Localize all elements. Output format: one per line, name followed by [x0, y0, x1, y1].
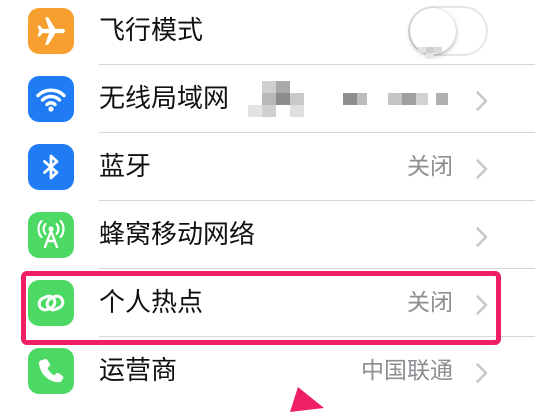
personal-hotspot-status-value: 关闭 [407, 290, 453, 316]
phone-icon [28, 348, 74, 394]
settings-row-wifi[interactable]: 无线局域网 [0, 65, 535, 133]
wifi-label: 无线局域网 [99, 84, 230, 114]
cellular-label: 蜂窝移动网络 [99, 220, 256, 250]
settings-row-personal-hotspot[interactable]: 个人热点 关闭 [0, 269, 535, 337]
chevron-right-icon [476, 159, 488, 179]
bluetooth-icon [28, 144, 74, 190]
carrier-value: 中国联通 [361, 358, 453, 384]
settings-row-bluetooth[interactable]: 蓝牙 关闭 [0, 133, 535, 201]
airplane-mode-label: 飞行模式 [99, 16, 204, 46]
hotspot-link-icon [28, 280, 74, 326]
chevron-right-icon [476, 363, 488, 383]
chevron-right-icon [476, 295, 488, 315]
wifi-icon [28, 76, 74, 122]
chevron-right-icon [476, 227, 488, 247]
redaction-blocks [418, 47, 442, 59]
settings-row-airplane-mode[interactable]: 飞行模式 [0, 0, 535, 65]
chevron-right-icon [476, 91, 488, 111]
personal-hotspot-label: 个人热点 [99, 288, 204, 318]
settings-row-carrier[interactable]: 运营商 中国联通 [0, 337, 535, 405]
settings-list: 飞行模式 无线局域网 蓝牙 关闭 蜂窝移动网络 个人热点 关闭 运营商 中国联通 [0, 0, 535, 405]
pink-arrow-icon [290, 387, 324, 412]
bluetooth-label: 蓝牙 [99, 152, 152, 182]
cellular-antenna-icon [28, 212, 74, 258]
settings-row-cellular[interactable]: 蜂窝移动网络 [0, 201, 535, 269]
carrier-label: 运营商 [99, 356, 178, 386]
airplane-icon [28, 8, 74, 54]
bluetooth-status-value: 关闭 [407, 154, 453, 180]
redacted-network-name [248, 81, 448, 117]
